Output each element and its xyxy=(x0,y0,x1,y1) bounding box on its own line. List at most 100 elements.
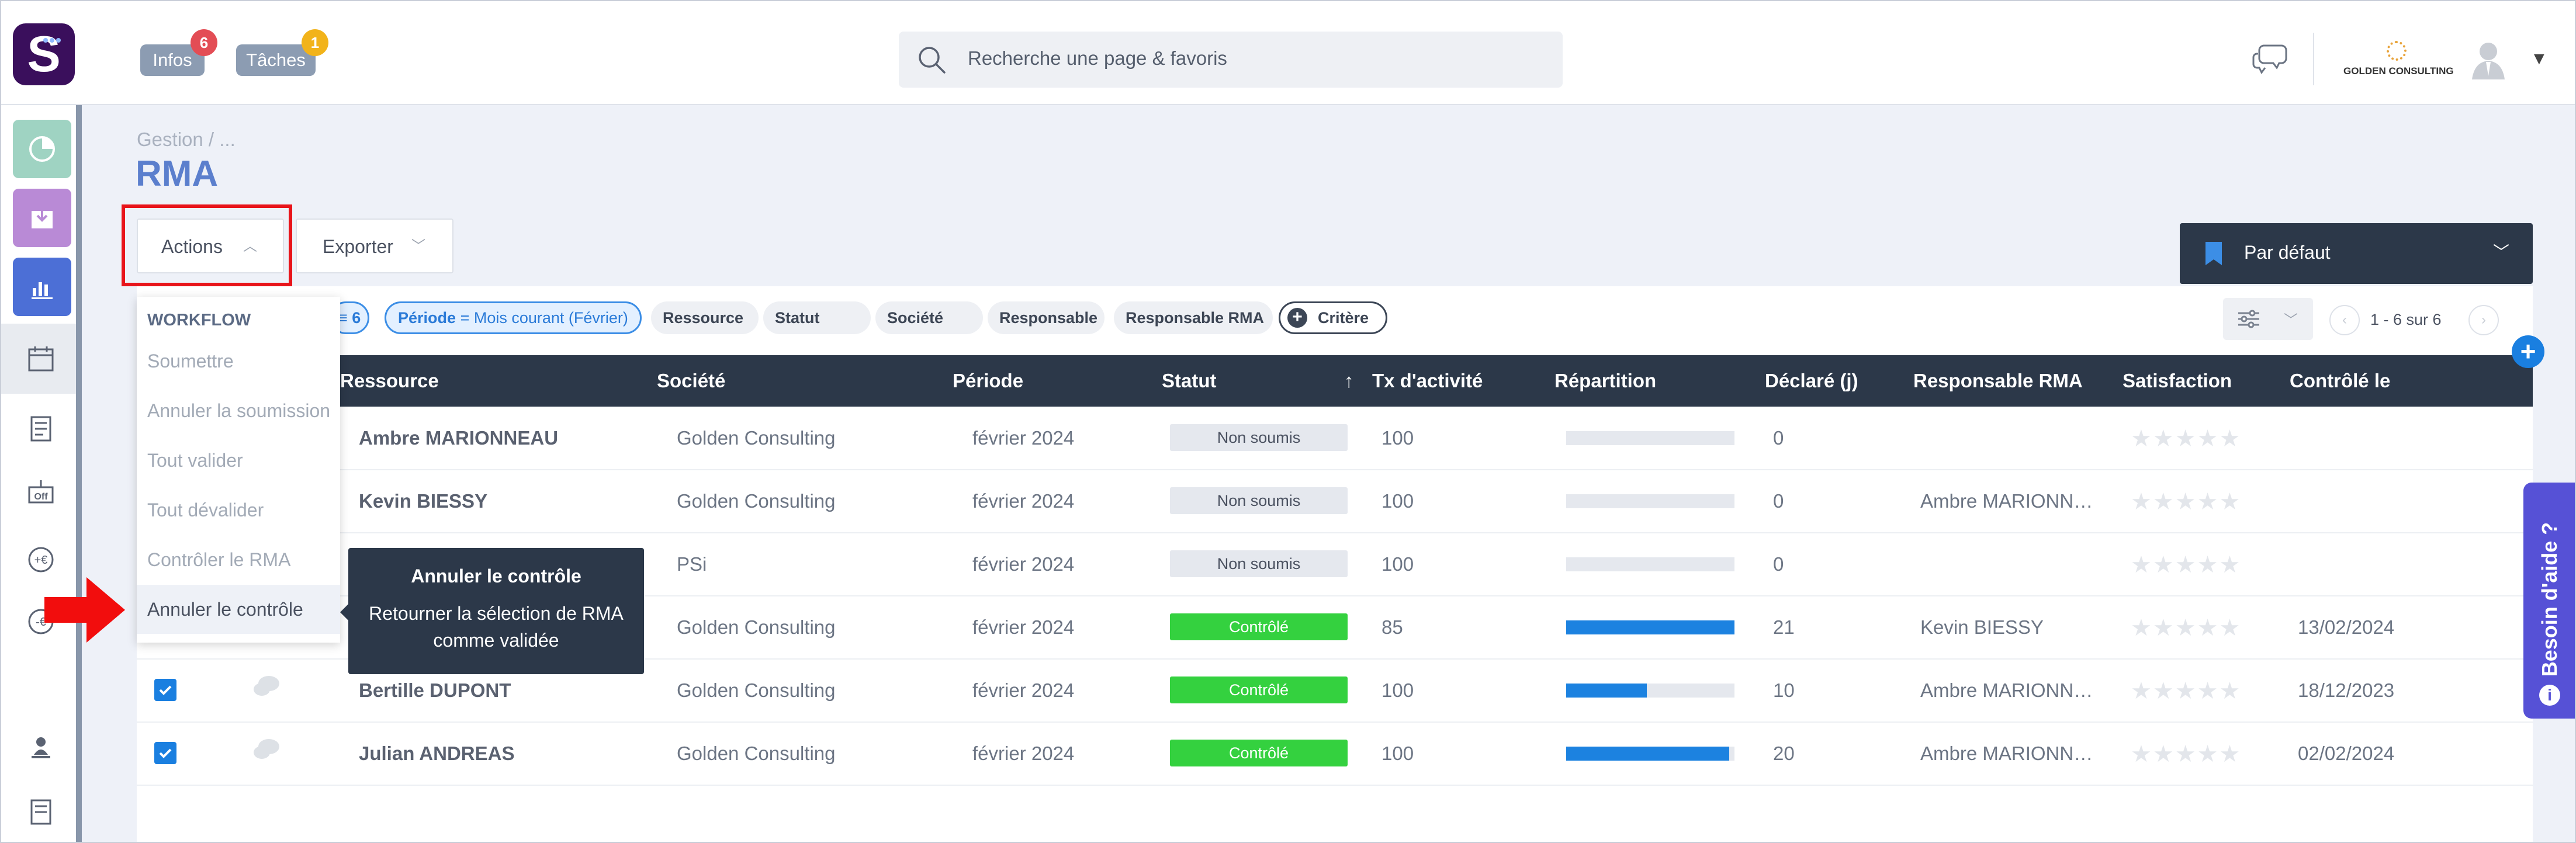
menu-item-annuler-controle[interactable]: Annuler le contrôle xyxy=(137,585,340,634)
sidebar: Off +€ -€ xyxy=(0,105,82,843)
row-checkbox[interactable] xyxy=(154,679,176,701)
add-criterion-button[interactable]: + Critère xyxy=(1279,301,1387,334)
taches-label: Tâches xyxy=(246,50,306,70)
row-checkbox[interactable] xyxy=(154,742,176,764)
search-bar[interactable] xyxy=(899,32,1563,88)
repartition-bar xyxy=(1566,494,1734,508)
cell-controle-le: 18/12/2023 xyxy=(2298,679,2395,701)
repartition-bar xyxy=(1566,431,1734,445)
user-avatar-icon[interactable] xyxy=(2467,39,2509,81)
breadcrumb[interactable]: Gestion / ... xyxy=(137,129,236,151)
filter-chip-ressource[interactable]: Ressource xyxy=(651,301,759,334)
filter-chip-statut[interactable]: Statut xyxy=(763,301,871,334)
periode-value: = Mois courant (Février) xyxy=(460,309,628,327)
euro-plus-icon[interactable]: +€ xyxy=(26,544,56,575)
filter-chip-societe[interactable]: Société xyxy=(875,301,983,334)
col-declare[interactable]: Déclaré (j) xyxy=(1765,355,1858,407)
satisfaction-stars[interactable]: ★★★★★ xyxy=(2131,722,2241,786)
help-tab[interactable]: Besoin d'aide ? i xyxy=(2523,483,2576,719)
app-logo[interactable]: S xyxy=(13,23,75,85)
col-ressource[interactable]: Ressource xyxy=(340,355,439,407)
pagination-text: 1 - 6 sur 6 xyxy=(2370,311,2442,328)
exporter-button[interactable]: Exporter ﹀ xyxy=(296,218,453,273)
table-row[interactable]: Kevin BIESSY Golden Consulting février 202… xyxy=(137,470,2533,533)
bar-chart-icon[interactable] xyxy=(13,258,71,316)
cell-declare: 10 xyxy=(1773,679,1795,701)
dashboard-icon[interactable] xyxy=(13,120,71,178)
cell-responsable-rma: Ambre MARIONN… xyxy=(1920,679,2093,701)
menu-item-annuler-soumission[interactable]: Annuler la soumission xyxy=(137,386,340,435)
calendar-icon[interactable] xyxy=(26,344,56,374)
cell-ressource[interactable]: Julian ANDREAS xyxy=(359,722,514,785)
column-settings-button[interactable]: ﹀ xyxy=(2223,298,2313,340)
taches-button[interactable]: Tâches 1 xyxy=(236,29,328,76)
top-bar: S Infos 6 Tâches 1 GOLDEN CONSULTING ▼ xyxy=(0,0,2576,105)
col-statut[interactable]: Statut xyxy=(1162,355,1217,407)
search-icon xyxy=(919,47,946,74)
filter-icon: ≡ xyxy=(338,309,352,327)
col-repartition[interactable]: Répartition xyxy=(1554,355,1656,407)
cell-societe: Golden Consulting xyxy=(677,427,836,449)
cell-declare: 0 xyxy=(1773,553,1784,575)
chevron-down-icon: ﹀ xyxy=(2493,243,2510,261)
col-tx-activite[interactable]: Tx d'activité xyxy=(1372,355,1483,407)
cell-responsable-rma: Kevin BIESSY xyxy=(1920,616,2044,638)
cell-ressource[interactable]: Ambre MARIONNEAU xyxy=(359,407,558,469)
cell-periode: février 2024 xyxy=(972,743,1075,764)
view-selector[interactable]: Par défaut ﹀ xyxy=(2180,223,2533,284)
filter-chip-periode[interactable]: Période = Mois courant (Février) xyxy=(385,301,642,334)
cell-declare: 21 xyxy=(1773,616,1795,638)
tooltip: Annuler le contrôle Retourner la sélecti… xyxy=(340,548,644,674)
satisfaction-stars[interactable]: ★★★★★ xyxy=(2131,470,2241,534)
satisfaction-stars[interactable]: ★★★★★ xyxy=(2131,533,2241,597)
inbox-download-icon[interactable] xyxy=(13,189,71,247)
repartition-bar xyxy=(1566,747,1734,761)
infos-button[interactable]: Infos 6 xyxy=(140,29,217,76)
cell-controle-le: 02/02/2024 xyxy=(2298,743,2395,764)
menu-item-tout-valider[interactable]: Tout valider xyxy=(137,436,340,485)
col-responsable-rma[interactable]: Responsable RMA xyxy=(1913,355,2083,407)
satisfaction-stars[interactable]: ★★★★★ xyxy=(2131,659,2241,723)
document-icon[interactable] xyxy=(26,414,56,444)
repartition-bar xyxy=(1566,557,1734,571)
add-row-button[interactable]: + xyxy=(2512,335,2544,368)
repartition-bar-fill xyxy=(1566,684,1647,698)
page-title: RMA xyxy=(136,154,219,194)
menu-item-tout-devalider[interactable]: Tout dévalider xyxy=(137,485,340,535)
cell-responsable-rma: Ambre MARIONN… xyxy=(1920,490,2093,512)
menu-item-soumettre[interactable]: Soumettre xyxy=(137,336,340,386)
menu-item-controler-rma[interactable]: Contrôler le RMA xyxy=(137,535,340,584)
cell-declare: 0 xyxy=(1773,490,1784,512)
sort-asc-icon[interactable]: ↑ xyxy=(1344,355,1354,407)
page-next-button[interactable]: › xyxy=(2468,305,2499,335)
report-icon[interactable] xyxy=(26,797,56,827)
search-input[interactable] xyxy=(967,47,1530,70)
cell-tx-activite: 100 xyxy=(1382,553,1414,575)
col-periode[interactable]: Période xyxy=(953,355,1023,407)
actions-dropdown-menu: WORKFLOW Soumettre Annuler la soumission… xyxy=(137,297,340,643)
caret-down-icon[interactable]: ▼ xyxy=(2530,49,2548,69)
table-row[interactable]: Ambre MARIONNEAU Golden Consulting février… xyxy=(137,407,2533,470)
off-icon[interactable]: Off xyxy=(26,477,56,507)
satisfaction-stars[interactable]: ★★★★★ xyxy=(2131,596,2241,660)
col-satisfaction[interactable]: Satisfaction xyxy=(2123,355,2232,407)
chat-icon[interactable] xyxy=(2251,42,2288,76)
cell-societe: Golden Consulting xyxy=(677,679,836,701)
filter-chip-responsable[interactable]: Responsable xyxy=(988,301,1105,334)
col-societe[interactable]: Société xyxy=(657,355,725,407)
cell-ressource[interactable]: Kevin BIESSY xyxy=(359,470,487,532)
table-row[interactable]: Julian ANDREAS Golden Consulting février 2… xyxy=(137,722,2533,786)
comment-icon[interactable] xyxy=(252,737,281,763)
company-name: GOLDEN CONSULTING xyxy=(2343,65,2454,77)
satisfaction-stars[interactable]: ★★★★★ xyxy=(2131,407,2241,471)
sliders-icon xyxy=(2238,310,2259,328)
filter-chip-responsable-rma[interactable]: Responsable RMA xyxy=(1114,301,1273,334)
repartition-bar-fill xyxy=(1566,747,1730,761)
comment-icon[interactable] xyxy=(252,674,281,700)
person-icon[interactable] xyxy=(26,734,56,764)
col-controle-le[interactable]: Contrôlé le xyxy=(2290,355,2390,407)
tooltip-title: Annuler le contrôle xyxy=(411,566,581,587)
tooltip-body: Retourner la sélection de RMA comme vali… xyxy=(369,603,624,651)
cell-periode: février 2024 xyxy=(972,490,1075,512)
page-prev-button[interactable]: ‹ xyxy=(2329,305,2360,335)
